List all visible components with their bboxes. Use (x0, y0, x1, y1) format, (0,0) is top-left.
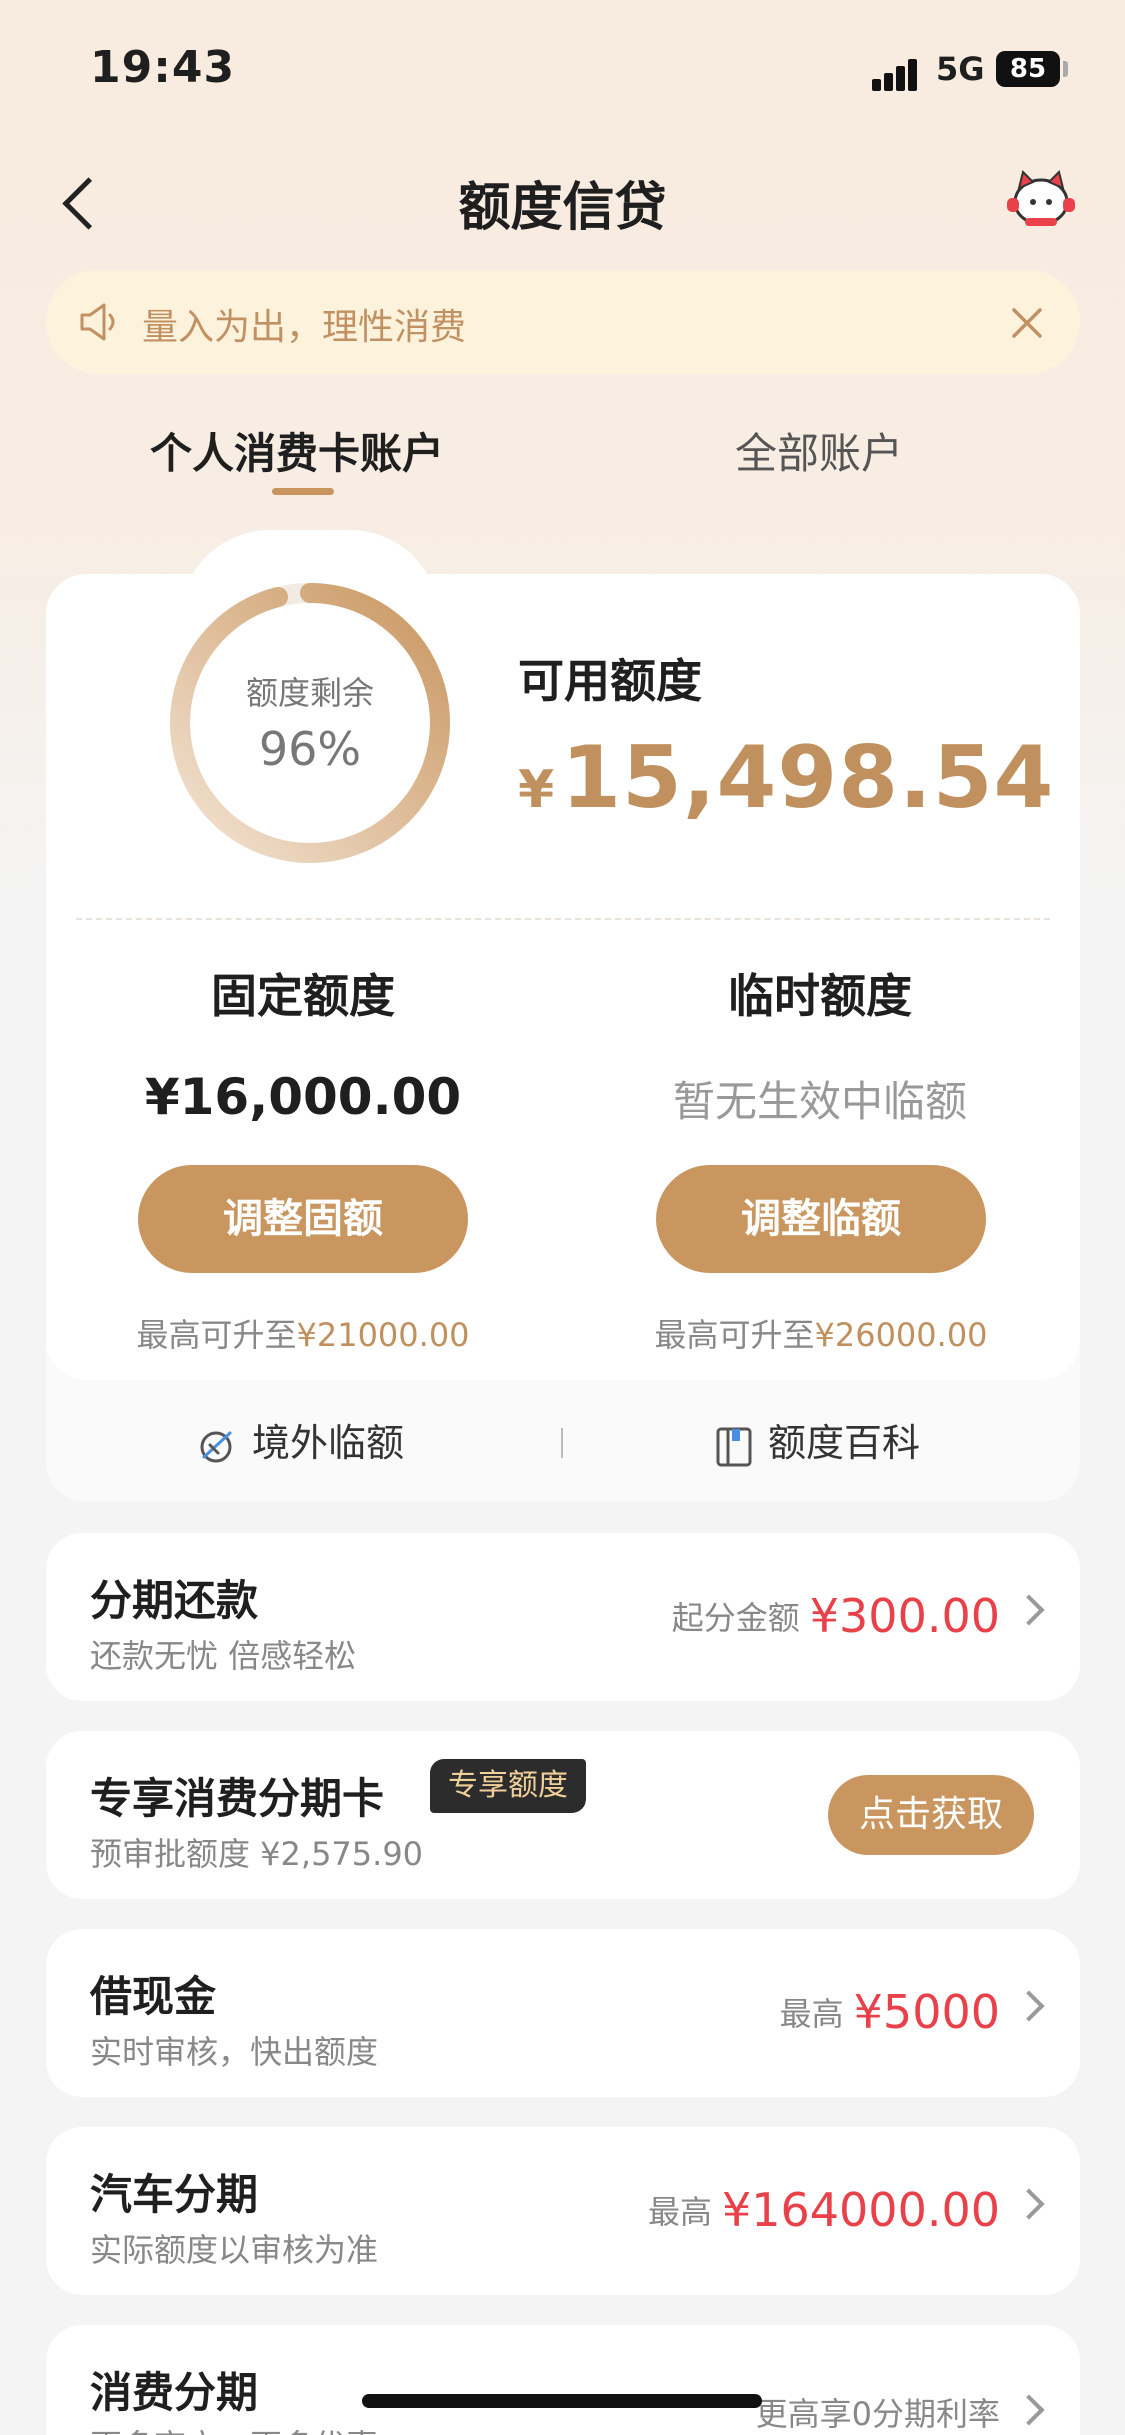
chevron-right-icon (1013, 1990, 1045, 2022)
tab-personal-consumer-card[interactable]: 个人消费卡账户 (150, 420, 444, 481)
cat-mascot-icon[interactable] (1005, 168, 1077, 230)
row-right-info: 最高 ¥164000.00 (648, 2183, 1000, 2237)
available-amount-value: 15,498.54 (561, 728, 1055, 828)
row-subtitle: 更多商户，更多优惠 (90, 2421, 378, 2435)
close-icon[interactable] (1002, 298, 1052, 348)
row-subtitle: 实时审核，快出额度 (90, 2033, 379, 2071)
notice-bar: 量入为出，理性消费 (46, 270, 1080, 374)
notice-text: 量入为出，理性消费 (142, 307, 467, 348)
row-title: 分期还款 (90, 1576, 259, 1625)
row-right-value: ¥5000 (853, 1985, 1000, 2039)
chevron-right-icon (1013, 2394, 1045, 2426)
row-title: 借现金 (90, 1972, 217, 2021)
row-subtitle: 预审批额度 ¥2,575.90 (90, 1835, 424, 1873)
fixed-max-value: ¥21000.00 (296, 1316, 470, 1354)
home-indicator[interactable] (362, 2394, 762, 2408)
signal-icon (872, 57, 924, 91)
battery-tip (1063, 61, 1068, 77)
currency-symbol: ¥ (518, 760, 556, 820)
status-bar: 19:43 5G 85 (0, 0, 1125, 140)
row-title: 汽车分期 (90, 2170, 259, 2219)
consumer-installment-row[interactable]: 消费分期 更多商户，更多优惠 更高享0分期利率 (46, 2325, 1080, 2435)
temp-max-value: ¥26000.00 (814, 1316, 988, 1354)
fixed-credit-amount: ¥16,000.00 (144, 1068, 462, 1126)
book-icon (716, 1427, 752, 1466)
network-type: 5G (936, 50, 985, 88)
credit-encyclopedia-link[interactable]: 额度百科 (714, 1412, 920, 1467)
temp-credit-title: 临时额度 (728, 969, 912, 1023)
temp-max-note: 最高可升至¥26000.00 (611, 1310, 1031, 1356)
exclusive-credit-badge: 专享额度 (430, 1759, 586, 1813)
row-right-info: 最高 ¥5000 (780, 1985, 1000, 2039)
adjust-temp-credit-button[interactable]: 调整临额 (656, 1165, 986, 1273)
row-right-info: 起分金额 ¥300.00 (672, 1589, 1000, 1643)
available-credit-label: 可用额度 (518, 654, 702, 708)
tab-all-accounts[interactable]: 全部账户 (735, 420, 903, 481)
row-right-prefix: 最高 (779, 1995, 844, 2033)
row-subtitle: 还款无忧 倍感轻松 (90, 1637, 357, 1675)
active-tab-indicator (272, 488, 334, 495)
fixed-max-note: 最高可升至¥21000.00 (93, 1310, 513, 1356)
adjust-fixed-credit-button[interactable]: 调整固额 (138, 1165, 468, 1273)
installment-repay-row[interactable]: 分期还款 还款无忧 倍感轻松 起分金额 ¥300.00 (46, 1533, 1080, 1701)
status-time: 19:43 (90, 42, 236, 93)
row-right-prefix: 起分金额 (671, 1599, 800, 1637)
cash-loan-row[interactable]: 借现金 实时审核，快出额度 最高 ¥5000 (46, 1929, 1080, 2097)
row-title: 专享消费分期卡 (90, 1774, 385, 1823)
globe-plane-icon (200, 1431, 232, 1462)
fixed-credit-title: 固定额度 (211, 969, 395, 1023)
temp-credit-status: 暂无生效中临额 (672, 1077, 967, 1126)
battery-icon: 85 (996, 51, 1060, 87)
row-right-value: ¥164000.00 (721, 2183, 1000, 2237)
row-right-info: 更高享0分期利率 (755, 2395, 1000, 2433)
row-subtitle: 实际额度以审核为准 (90, 2231, 379, 2269)
chevron-right-icon (1013, 1594, 1045, 1626)
car-loan-row[interactable]: 汽车分期 实际额度以审核为准 最高 ¥164000.00 (46, 2127, 1080, 2295)
get-now-button[interactable]: 点击获取 (828, 1775, 1034, 1855)
overseas-label: 境外临额 (252, 1421, 405, 1465)
overseas-temp-credit-link[interactable]: 境外临额 (196, 1412, 404, 1467)
exclusive-installment-card-row[interactable]: 专享消费分期卡 专享额度 预审批额度 ¥2,575.90 点击获取 (46, 1731, 1080, 1899)
footer-separator (561, 1428, 563, 1458)
encyclopedia-label: 额度百科 (768, 1421, 921, 1465)
row-right-prefix: 最高 (647, 2193, 712, 2231)
ring-label: 额度剩余 (245, 674, 374, 712)
speaker-icon (80, 303, 115, 341)
dashed-divider (76, 918, 1050, 920)
available-credit-amount: ¥15,498.54 (518, 728, 1054, 828)
row-right-value: ¥300.00 (809, 1589, 1000, 1643)
chevron-right-icon (1013, 2188, 1045, 2220)
temp-max-prefix: 最高可升至 (654, 1316, 815, 1354)
page-title: 额度信贷 (458, 178, 667, 238)
ring-percent: 96% (258, 722, 362, 776)
row-title: 消费分期 (90, 2368, 259, 2417)
fixed-max-prefix: 最高可升至 (136, 1316, 297, 1354)
